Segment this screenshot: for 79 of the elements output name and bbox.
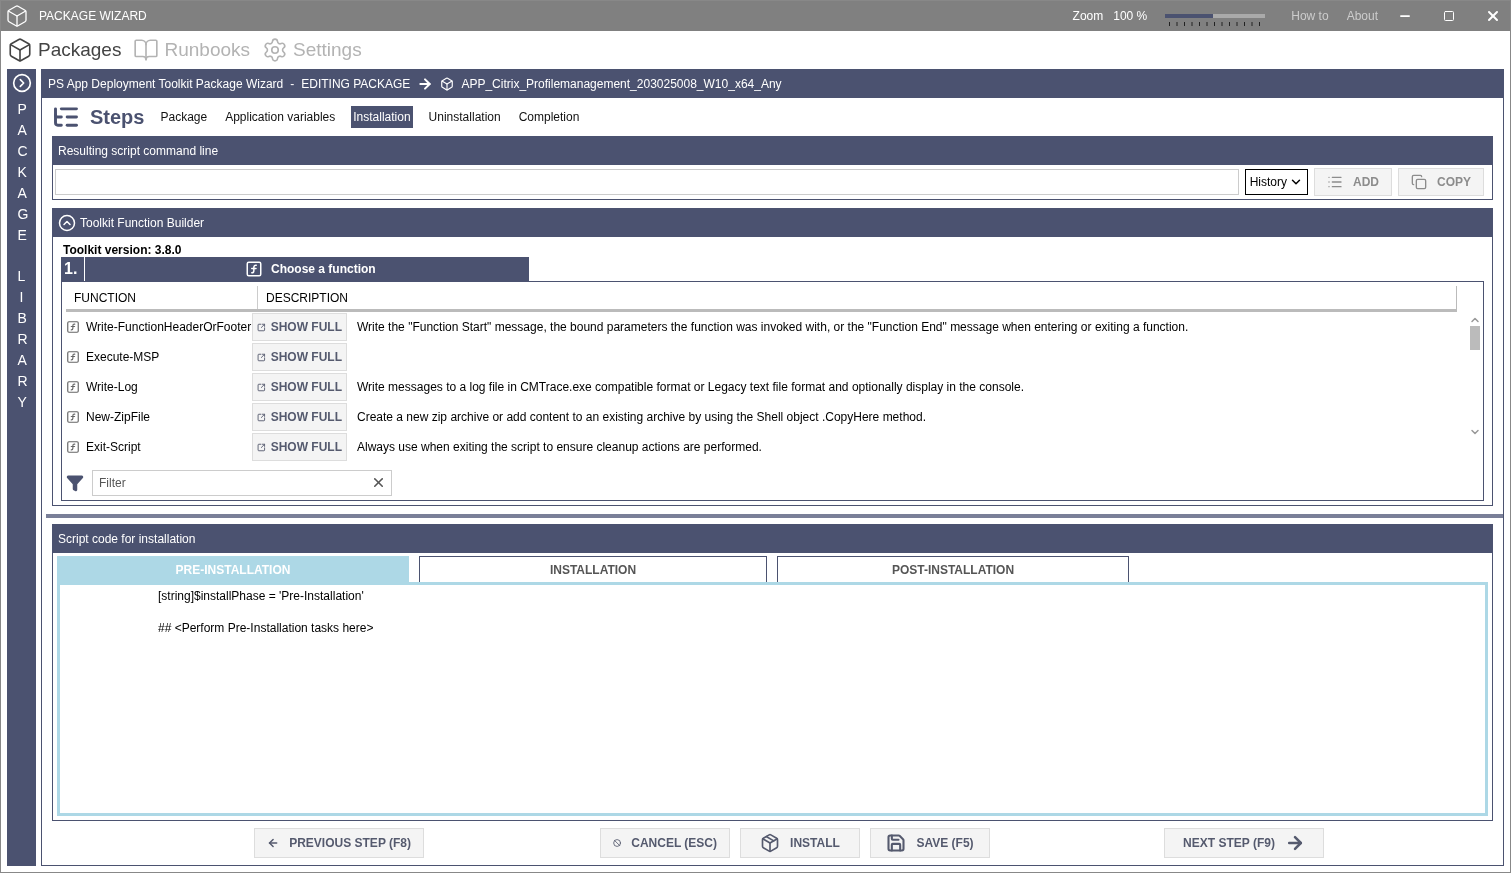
collapse-icon[interactable] bbox=[58, 214, 76, 232]
header-title: PS App Deployment Toolkit Package Wizard bbox=[48, 77, 284, 91]
function-row[interactable]: Write-FunctionHeaderOrFooter SHOW FULL Write the "Function Start" message, the bound parameters the function was invoked with, or the "Function End" message when entering or exiting a function. bbox=[66, 312, 1467, 342]
function-row[interactable]: Execute-MSP SHOW FULL bbox=[66, 342, 1467, 372]
function-description: Create a new zip archive or add content to an existing archive by using the Shell object .CopyHere method. bbox=[357, 410, 926, 424]
step-tab[interactable]: Completion bbox=[516, 106, 582, 128]
steps-title: Steps bbox=[90, 105, 145, 129]
footer-button[interactable]: PREVIOUS STEP (F8) bbox=[254, 828, 424, 858]
function-name: Execute-MSP bbox=[86, 350, 161, 364]
sidebar-label: LIBRARY bbox=[16, 267, 29, 412]
footer-button[interactable]: CANCEL (ESC) bbox=[600, 828, 730, 858]
function-description: Write messages to a log file in CMTrace.exe compatible format or Legacy text file format and optionally display in the console. bbox=[357, 380, 1024, 394]
function-icon bbox=[245, 260, 263, 278]
step-tab[interactable]: Uninstallation bbox=[426, 106, 503, 128]
function-description: Write the "Function Start" message, the bound parameters the function was invoked with, or the "Function End" message when entering or exiting a function. bbox=[357, 320, 1189, 334]
code-editor[interactable]: [string]$installPhase = 'Pre-Installation' ## <Perform Pre-Installation tasks here> bbox=[57, 582, 1488, 816]
column-header: DESCRIPTION bbox=[265, 289, 349, 307]
section-title: Resulting script command line bbox=[58, 144, 219, 158]
book-icon bbox=[133, 37, 160, 63]
nav-tab[interactable]: Packages bbox=[7, 37, 122, 63]
package-icon bbox=[440, 77, 455, 91]
gear-icon bbox=[262, 37, 288, 63]
package-icon bbox=[7, 37, 33, 63]
package-icon bbox=[760, 833, 781, 853]
footer-button[interactable]: INSTALL bbox=[740, 828, 860, 858]
step-number: 1. bbox=[61, 257, 85, 281]
column-header: FUNCTION bbox=[66, 286, 258, 309]
section-title: Script code for installation bbox=[58, 532, 196, 546]
zoom-value: 100 % bbox=[1113, 9, 1148, 23]
list-icon bbox=[1327, 174, 1343, 190]
step-tab[interactable]: Package bbox=[158, 106, 210, 128]
show-full-button[interactable]: SHOW FULL bbox=[252, 403, 347, 431]
function-row[interactable]: New-ZipFile SHOW FULL Create a new zip archive or add content to an existing archive by using the Shell object .CopyHere method. bbox=[66, 402, 1467, 432]
function-icon bbox=[66, 440, 80, 454]
package-name: APP_Citrix_Profilemanagement_203025008_W10_x64_Any bbox=[461, 77, 782, 91]
function-row[interactable]: Write-Log SHOW FULL Write messages to a log file in CMTrace.exe compatible format or Legacy text file format and optionally display in the console. bbox=[66, 372, 1467, 402]
footer-button[interactable]: SAVE (F5) bbox=[870, 828, 990, 858]
copy-icon bbox=[1411, 174, 1427, 190]
script-tab[interactable]: POST-INSTALLATION bbox=[777, 556, 1129, 582]
function-name: Write-FunctionHeaderOrFooter bbox=[86, 320, 252, 334]
step-title: Choose a function bbox=[271, 262, 376, 276]
toolkit-version: Toolkit version: 3.8.0 bbox=[62, 242, 183, 257]
app-logo-icon bbox=[5, 4, 29, 28]
show-full-button[interactable]: SHOW FULL bbox=[252, 313, 347, 341]
function-icon bbox=[66, 320, 80, 334]
section-title: Toolkit Function Builder bbox=[80, 216, 205, 230]
close-icon bbox=[1485, 8, 1501, 24]
show-full-button[interactable]: SHOW FULL bbox=[252, 433, 347, 461]
code-line: ## <Perform Pre-Installation tasks here> bbox=[158, 621, 375, 635]
show-full-button[interactable]: SHOW FULL bbox=[252, 343, 347, 371]
filter-field[interactable]: Filter bbox=[92, 470, 392, 496]
code-line: [string]$installPhase = 'Pre-Installation' bbox=[158, 589, 365, 603]
history-dropdown[interactable]: History bbox=[1244, 169, 1308, 195]
footer-button[interactable]: NEXT STEP (F9) bbox=[1164, 828, 1324, 858]
zoom-label: Zoom bbox=[1072, 9, 1104, 23]
expand-icon[interactable] bbox=[11, 73, 32, 93]
function-icon bbox=[66, 410, 80, 424]
function-name: Exit-Script bbox=[86, 440, 142, 454]
step-tab[interactable]: Application variables bbox=[223, 106, 338, 128]
step-tab[interactable]: Installation bbox=[351, 106, 413, 128]
save-icon bbox=[886, 833, 907, 853]
function-row[interactable]: Exit-Script SHOW FULL Always use when exiting the script to ensure cleanup actions are performed. bbox=[66, 432, 1467, 462]
window-title: PACKAGE WIZARD bbox=[39, 9, 148, 23]
function-name: New-ZipFile bbox=[86, 410, 151, 424]
show-full-button[interactable]: SHOW FULL bbox=[252, 373, 347, 401]
function-icon bbox=[66, 350, 80, 364]
sidebar-label: PACKAGE bbox=[16, 100, 29, 245]
filter-icon bbox=[66, 474, 84, 492]
script-tab[interactable]: INSTALLATION bbox=[419, 556, 767, 582]
header-separator: - bbox=[290, 77, 295, 91]
function-name: Write-Log bbox=[86, 380, 139, 394]
clear-icon[interactable] bbox=[371, 475, 386, 490]
function-icon bbox=[66, 380, 80, 394]
scroll-thumb[interactable] bbox=[1470, 326, 1480, 350]
command-line-field[interactable] bbox=[55, 169, 1239, 195]
header-mode: EDITING PACKAGE bbox=[301, 77, 411, 91]
maximize-icon bbox=[1443, 10, 1455, 22]
function-description: Always use when exiting the script to ensure cleanup actions are performed. bbox=[357, 440, 762, 454]
library-sidebar[interactable]: PACKAGE LIBRARY bbox=[7, 69, 36, 866]
